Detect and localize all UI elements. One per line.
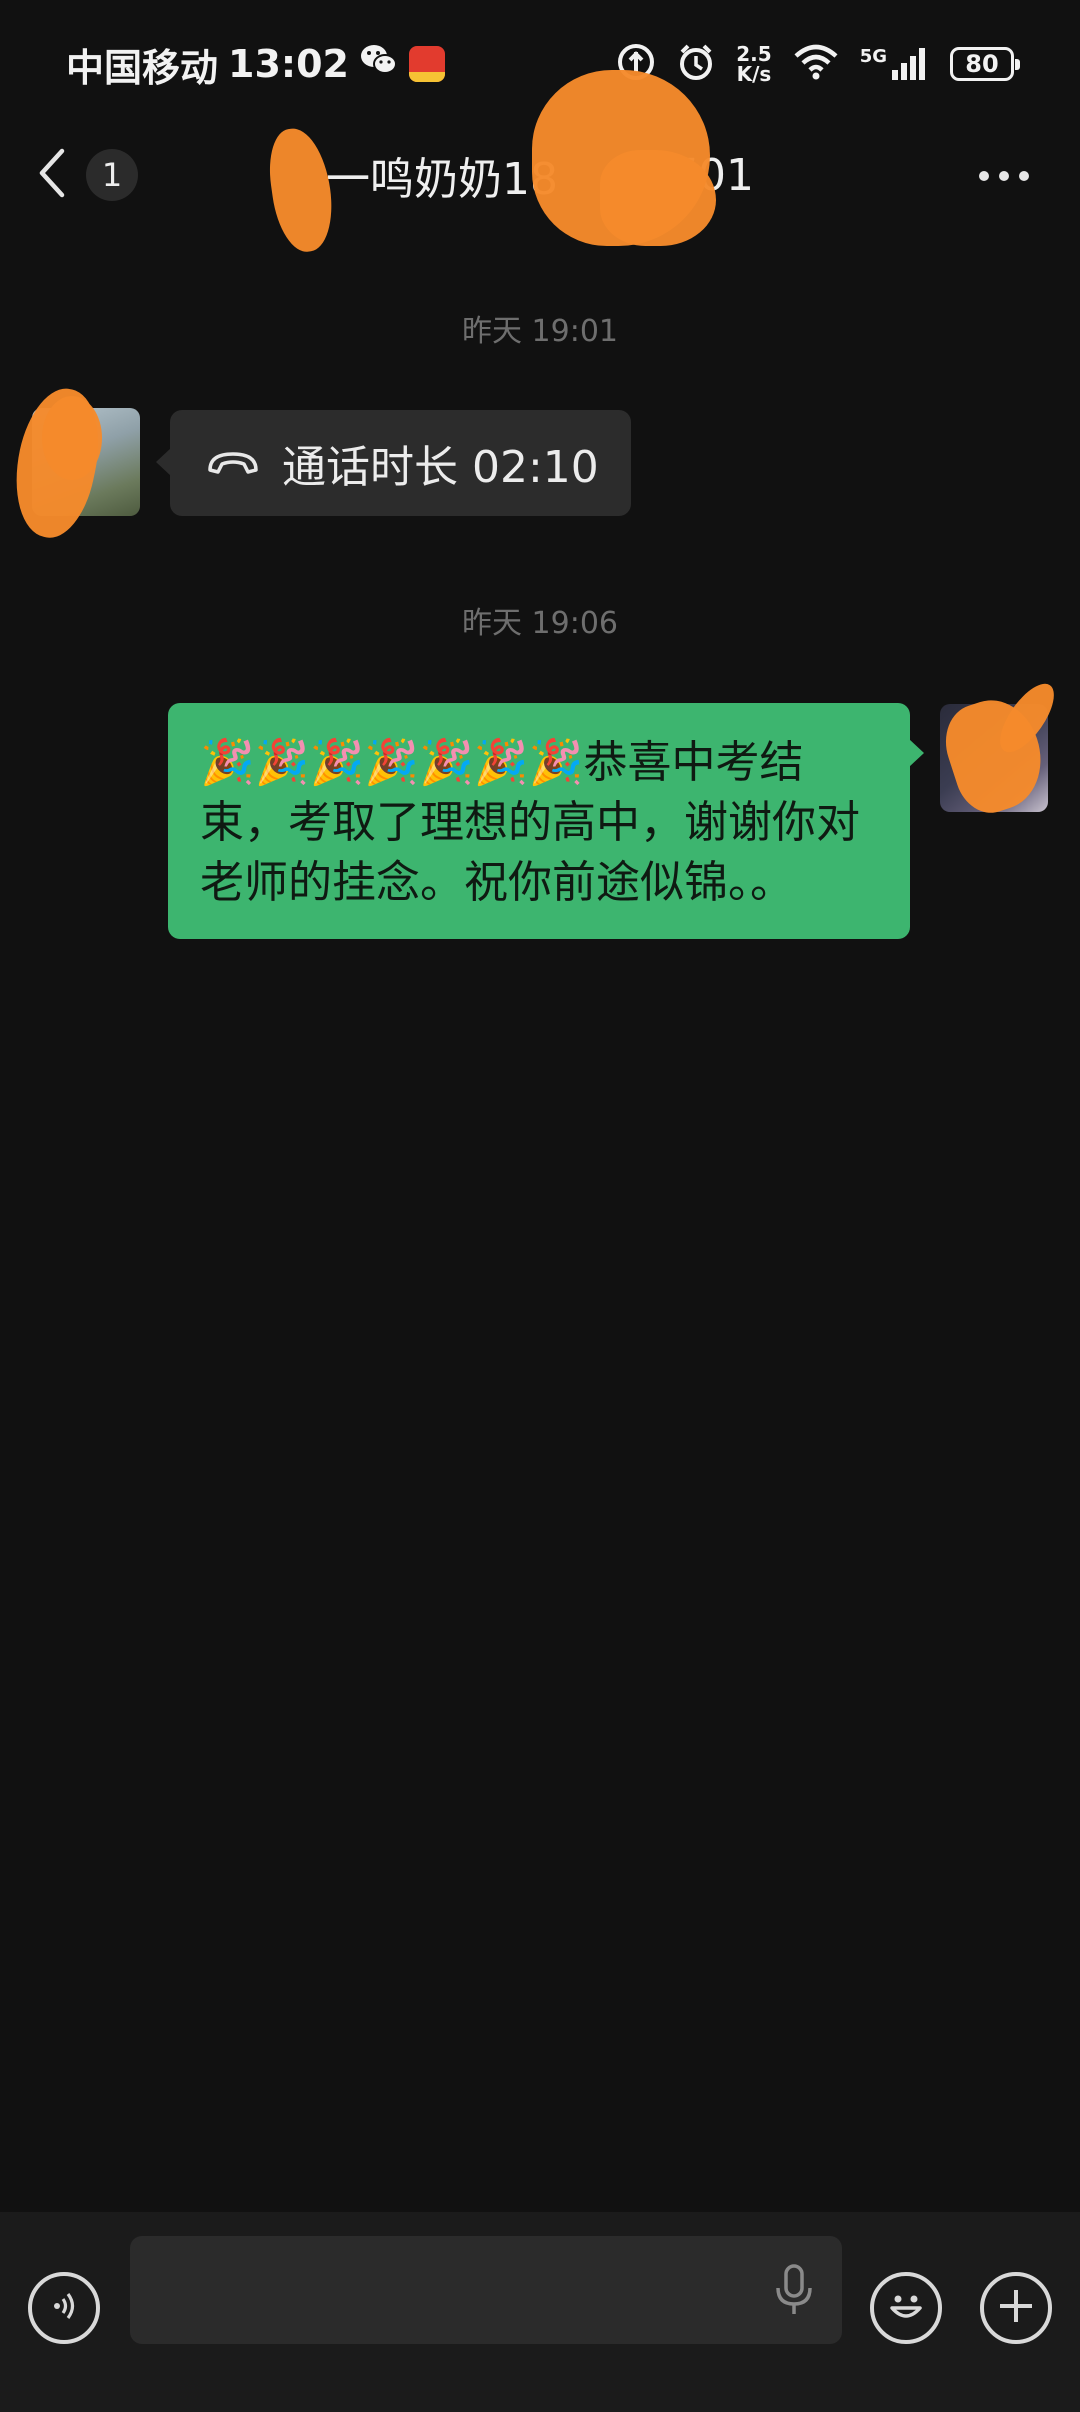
status-right: 2.5 K/s 5G 80 [616,36,1020,92]
sent-message-bubble[interactable]: 🎉🎉🎉🎉🎉🎉🎉恭喜中考结束，考取了理想的高中，谢谢你对老师的挂念。祝你前途似锦。… [168,703,924,939]
phone-hangup-icon [206,438,260,489]
message-timestamp: 昨天 19:01 [462,314,618,349]
status-bar: 中国移动 13:02 2.5 K/s 5G 80 [0,0,1080,120]
back-button[interactable]: 1 [36,142,138,208]
carrier-name: 中国移动 [66,45,219,90]
redaction-scribble [42,396,102,480]
more-options-button[interactable] [968,148,1040,204]
network-speed-value: 2.5 [736,42,772,66]
message-input[interactable] [130,2236,842,2344]
plus-icon [996,2286,1036,2330]
network-speed-unit: K/s [736,62,772,86]
alarm-icon [676,42,716,86]
wifi-icon [792,42,840,86]
call-duration-text: 通话时长 02:10 [282,442,599,493]
chevron-left-icon [36,147,66,203]
cellular-signal-icon: 5G [860,46,930,82]
input-bar [0,2212,1080,2412]
network-speed: 2.5 K/s [736,44,771,84]
status-left: 中国移动 13:02 [66,36,445,92]
more-dots-icon [978,167,1030,186]
more-functions-button[interactable] [980,2272,1052,2344]
chat-screen: 中国移动 13:02 2.5 K/s 5G 80 1 一鸣奶奶18 701 昨天… [0,0,1080,2412]
contact-name: 一鸣奶奶18 [326,154,558,205]
unread-count-badge: 1 [86,149,138,201]
smiley-icon [884,2286,928,2330]
call-record-bubble[interactable]: 通话时长 02:10 [156,410,631,516]
wechat-notification-icon [359,42,399,87]
party-popper-emojis: 🎉🎉🎉🎉🎉🎉🎉 [200,737,584,788]
microphone-icon[interactable] [770,2262,818,2318]
voice-mode-button[interactable] [28,2272,100,2344]
voice-wave-icon [46,2288,82,2328]
redaction-scribble [600,150,716,246]
emoji-button[interactable] [870,2272,942,2344]
status-time: 13:02 [228,42,349,86]
battery-level: 80 [965,50,999,78]
network-type-label: 5G [859,46,887,67]
message-timestamp: 昨天 19:06 [462,606,618,641]
app-notification-icon [408,46,445,82]
battery-icon: 80 [950,47,1020,81]
